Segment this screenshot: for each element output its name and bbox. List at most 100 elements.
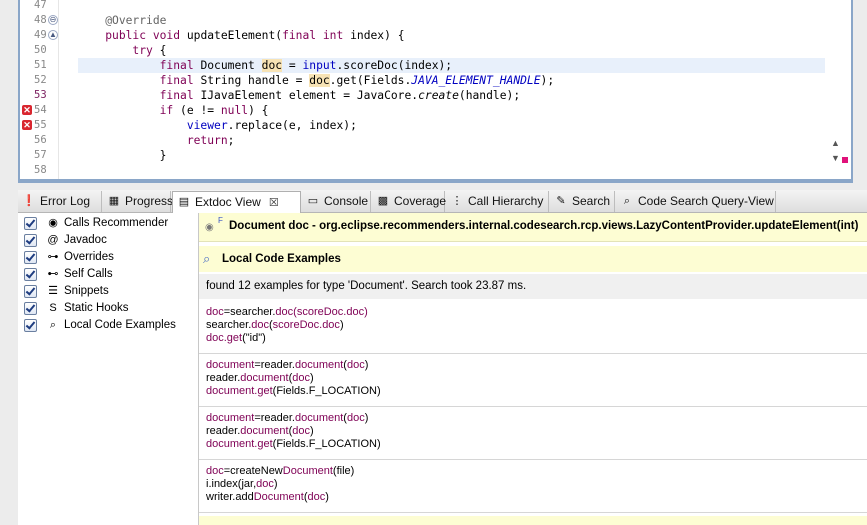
tab-console[interactable]: ▭ Console: [302, 191, 371, 212]
code-token: return: [186, 134, 228, 147]
tab-label: Code Search Query-View: [638, 194, 774, 208]
code-token: Document: [193, 59, 262, 72]
provider-label: Javadoc: [64, 234, 107, 246]
provider-label: Overrides: [64, 251, 114, 263]
progress-icon: ▦: [108, 195, 120, 207]
provider-label: Local Code Examples: [64, 319, 176, 331]
example-token: doc: [256, 478, 274, 490]
code-line[interactable]: public void updateElement(final int inde…: [78, 28, 825, 43]
provider-checkbox[interactable]: [24, 234, 37, 247]
tab-call-hierarchy[interactable]: ⋮ Call Hierarchy: [446, 191, 549, 212]
code-line[interactable]: if (e != null) {: [78, 103, 825, 118]
tab-search[interactable]: ✎ Search: [550, 191, 615, 212]
example-token: doc: [307, 491, 326, 503]
close-icon[interactable]: ☒: [269, 197, 279, 209]
example-token: document: [294, 359, 344, 371]
code-line[interactable]: [78, 0, 825, 13]
static-hooks-icon: S: [49, 302, 57, 314]
provider-checkbox[interactable]: [24, 217, 37, 230]
example-token: doc: [346, 412, 365, 424]
example-token: document: [240, 425, 289, 437]
code-line[interactable]: viewer.replace(e, index);: [78, 118, 825, 133]
editor-vertical-scrollbar[interactable]: ▲ ▼: [829, 0, 843, 181]
element-header: ◉ F Document doc - org.eclipse.recommend…: [199, 213, 867, 242]
example-token: document: [240, 372, 289, 384]
code-example: doc=createNewDocument(file) i.index(jar,d…: [199, 460, 867, 513]
magnifier-icon: ⌕: [203, 251, 211, 266]
line-number: 50: [34, 44, 47, 56]
error-marker-icon[interactable]: ✕: [22, 105, 32, 115]
view-tab-bar: ❗ Error Log ▦ Progress ▤ Extdoc View ☒ ▭ Console…: [18, 190, 867, 213]
scroll-down-arrow-icon[interactable]: ▼: [830, 152, 841, 164]
error-marker-icon[interactable]: ✕: [22, 120, 32, 130]
console-icon: ▭: [307, 195, 319, 207]
error-log-icon: ❗: [22, 195, 36, 207]
field-icon: ◉: [205, 222, 214, 233]
example-token: doc: [206, 306, 224, 318]
code-line[interactable]: [78, 163, 825, 178]
code-line[interactable]: final Document doc = input.scoreDoc(inde…: [78, 58, 825, 73]
local-code-examples-icon: ⌕: [49, 319, 57, 331]
tab-coverage[interactable]: ▩ Coverage: [372, 191, 446, 212]
example-line: i.index(jar,doc): [206, 478, 278, 491]
code-token: );: [540, 74, 555, 87]
example-token: ): [325, 491, 329, 503]
tab-extdoc-view[interactable]: ▤ Extdoc View ☒: [172, 191, 301, 213]
code-token: (e !=: [173, 104, 221, 117]
code-editor[interactable]: 47 48 49 50 51 52 53 54 55 56 57 58 ⊖ ▲ ✕ ✕ @Override p…: [18, 0, 853, 183]
example-token: document: [206, 412, 255, 424]
line-number: 53: [34, 89, 47, 101]
error-overview-marker-icon[interactable]: [842, 157, 848, 163]
example-token: ): [309, 372, 314, 384]
code-token: null: [220, 104, 249, 117]
provider-checkbox[interactable]: [24, 285, 37, 298]
extdoc-icon: ▤: [178, 196, 190, 208]
example-token: writer.add: [206, 491, 254, 503]
tab-label: Console: [324, 194, 369, 208]
tab-label: Search: [572, 194, 611, 208]
code-line[interactable]: return;: [78, 133, 825, 148]
example-token: (file): [332, 465, 355, 477]
provider-checkbox[interactable]: [24, 251, 37, 264]
example-token: document.get: [206, 385, 273, 397]
code-line[interactable]: final IJavaElement element = JavaCore.cr…: [78, 88, 825, 103]
code-example: doc=searcher.doc(scoreDoc.doc) searcher.d…: [199, 301, 867, 354]
section-header: ⌕ Local Code Examples: [199, 246, 867, 272]
code-line[interactable]: final String handle = doc.get(Fields.JAV…: [78, 73, 825, 88]
provider-checkbox[interactable]: [24, 319, 37, 332]
tab-progress[interactable]: ▦ Progress: [103, 191, 173, 212]
code-line[interactable]: }: [78, 148, 825, 163]
example-token: doc: [292, 372, 310, 384]
example-token: =searcher.: [223, 306, 276, 318]
code-line[interactable]: try {: [78, 43, 825, 58]
example-line: writer.addDocument(doc): [206, 491, 329, 504]
code-token: public void: [105, 29, 181, 42]
code-token: ;: [227, 134, 235, 147]
scroll-up-arrow-icon[interactable]: ▲: [830, 137, 841, 149]
fold-toggle-icon[interactable]: ⊖: [48, 15, 58, 25]
example-line: reader.document(doc): [206, 372, 314, 385]
tab-error-log[interactable]: ❗ Error Log: [18, 191, 102, 212]
snippets-icon: ☰: [48, 285, 58, 297]
tab-code-search-query-view[interactable]: ⌕ Code Search Query-View: [616, 191, 776, 212]
code-token: index) {: [343, 29, 405, 42]
example-token: document: [294, 412, 344, 424]
tab-label: Extdoc View: [195, 195, 261, 209]
example-line: doc=createNewDocument(file): [206, 465, 354, 478]
example-token: doc: [292, 425, 310, 437]
example-token: doc: [346, 359, 365, 371]
provider-checkbox[interactable]: [24, 302, 37, 315]
code-token: JAVA_ELEMENT_HANDLE: [411, 74, 541, 87]
code-token: IJavaElement element = JavaCore.: [193, 89, 419, 102]
example-token: document: [206, 359, 255, 371]
example-token: (Fields.F_LOCATION): [272, 438, 381, 450]
code-line[interactable]: @Override: [78, 13, 825, 28]
example-token: Document: [253, 491, 304, 503]
code-token: try: [132, 44, 153, 57]
code-token: doc: [261, 59, 283, 72]
code-token: create: [418, 89, 459, 102]
provider-checkbox[interactable]: [24, 268, 37, 281]
